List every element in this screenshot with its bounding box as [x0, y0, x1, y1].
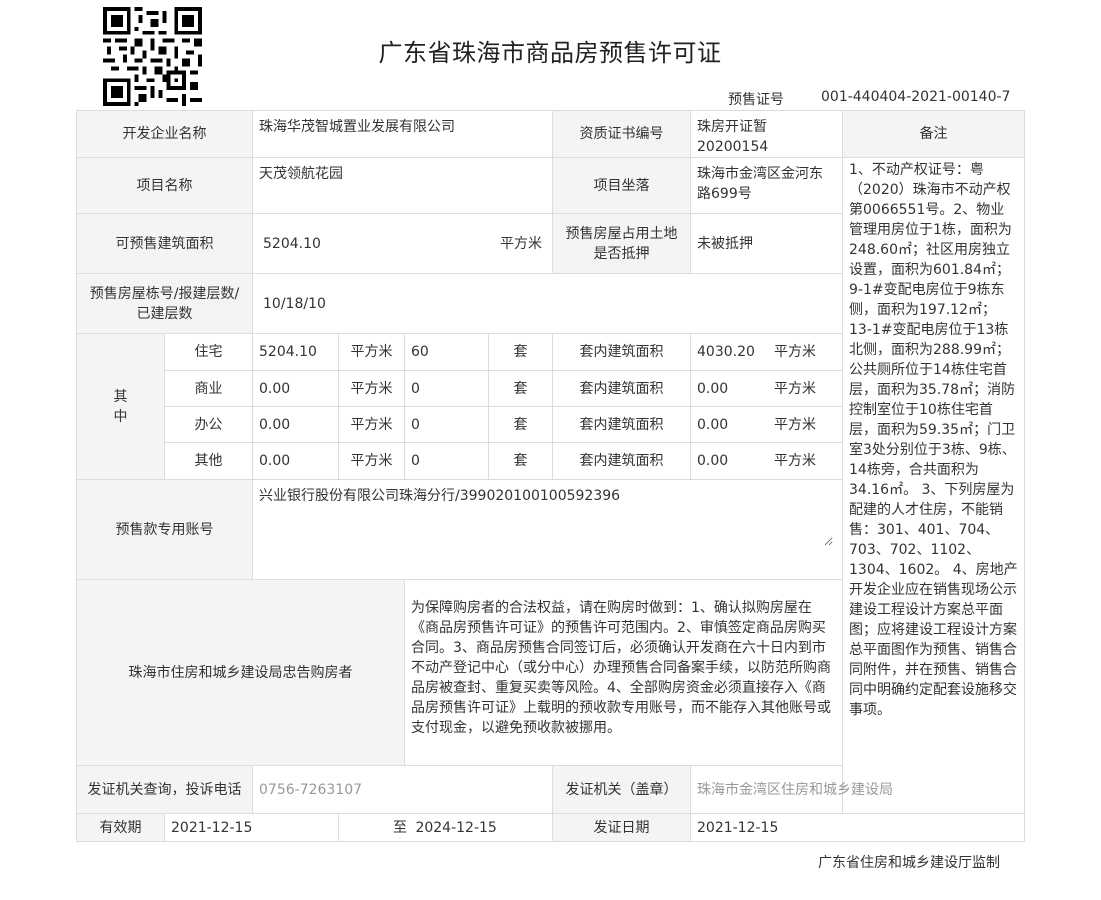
- qualification-label: 资质证书编号: [552, 110, 691, 158]
- notice-label: 珠海市住房和城乡建设局忠告购房者: [76, 579, 405, 766]
- presale-area-cell: 5204.10 平方米: [252, 213, 553, 274]
- validity-label: 有效期: [76, 813, 165, 842]
- breakdown-inner-label: 套内建筑面积: [552, 406, 691, 443]
- breakdown-inner-cell: 0.00 平方米: [690, 370, 843, 407]
- breakdown-inner-area: 4030.20: [697, 344, 755, 360]
- breakdown-label: 其中: [76, 333, 165, 480]
- breakdown-set-unit: 套: [488, 333, 553, 371]
- validity-to-cell: 至 2024-12-15: [338, 813, 553, 842]
- remark-text: 1、不动产权证号：粤（2020）珠海市不动产权第0066551号。2、物业管理用…: [842, 157, 1025, 814]
- validity-to-label: 至: [393, 819, 407, 836]
- buildings-label: 预售房屋栋号/报建层数/已建层数: [76, 273, 253, 334]
- breakdown-type: 办公: [164, 406, 253, 443]
- breakdown-set-unit: 套: [488, 406, 553, 443]
- project-row: 项目名称 天茂领航花园 项目坐落 珠海市金湾区金河东路699号 1、不动产权证号…: [76, 157, 1025, 814]
- breakdown-area-unit: 平方米: [338, 333, 405, 371]
- breakdown-inner-area: 0.00: [697, 453, 729, 469]
- breakdown-inner-label: 套内建筑面积: [552, 442, 691, 480]
- issue-date-value: 2021-12-15: [690, 813, 1025, 842]
- qualification-value: 珠房开证暂20200154: [690, 110, 843, 158]
- issue-date-label: 发证日期: [552, 813, 691, 842]
- breakdown-inner-area: 0.00: [697, 380, 729, 397]
- breakdown-area-unit: 平方米: [338, 370, 405, 407]
- breakdown-inner-cell: 0.00 平方米: [690, 406, 843, 443]
- breakdown-area: 5204.10: [252, 333, 339, 371]
- presale-area-unit: 平方米: [500, 235, 542, 252]
- project-location-label: 项目坐落: [552, 157, 691, 214]
- breakdown-set-unit: 套: [488, 442, 553, 480]
- page-title: 广东省珠海市商品房预售许可证: [378, 39, 722, 67]
- complaint-value: 0756-7263107: [252, 765, 553, 814]
- breakdown-type: 住宅: [164, 333, 253, 371]
- buildings-value: 10/18/10: [252, 273, 843, 334]
- breakdown-sets: 60: [404, 333, 489, 371]
- cert-number-label: 预售证号: [728, 92, 784, 108]
- validity-from: 2021-12-15: [164, 813, 339, 842]
- breakdown-sets: 0: [404, 406, 489, 443]
- notice-text: 为保障购房者的合法权益，请在购房时做到：1、确认拟购房屋在《商品房预售许可证》的…: [404, 579, 843, 766]
- account-cell: 兴业银行股份有限公司珠海分行/399020100100592396: [252, 479, 843, 580]
- mortgage-label: 预售房屋占用土地是否抵押: [552, 213, 691, 274]
- complaint-row: 发证机关查询，投诉电话 0756-7263107 发证机关（盖章） 珠海市金湾区…: [76, 765, 1025, 814]
- developer-row: 开发企业名称 珠海华茂智城置业发展有限公司 资质证书编号 珠房开证暂202001…: [76, 110, 1025, 158]
- breakdown-inner-cell: 0.00 平方米: [690, 442, 843, 480]
- account-textarea[interactable]: 兴业银行股份有限公司珠海分行/399020100100592396: [259, 486, 833, 546]
- breakdown-sets: 0: [404, 370, 489, 407]
- breakdown-inner-area: 0.00: [697, 416, 729, 433]
- breakdown-set-unit: 套: [488, 370, 553, 407]
- breakdown-inner-unit: 平方米: [774, 380, 816, 397]
- breakdown-area: 0.00: [252, 406, 339, 443]
- breakdown-area-unit: 平方米: [338, 442, 405, 480]
- authority-value: 珠海市金湾区住房和城乡建设局: [690, 765, 1025, 814]
- developer-value: 珠海华茂智城置业发展有限公司: [252, 110, 553, 158]
- complaint-label: 发证机关查询，投诉电话: [76, 765, 253, 814]
- breakdown-type: 商业: [164, 370, 253, 407]
- validity-row: 有效期 2021-12-15 至 2024-12-15 发证日期 2021-12…: [76, 813, 1025, 842]
- permit-table: 开发企业名称 珠海华茂智城置业发展有限公司 资质证书编号 珠房开证暂202001…: [76, 110, 1025, 842]
- breakdown-type: 其他: [164, 442, 253, 480]
- breakdown-area-unit: 平方米: [338, 406, 405, 443]
- supervisor-footer: 广东省住房和城乡建设厅监制: [818, 855, 1000, 871]
- breakdown-inner-unit: 平方米: [774, 344, 816, 360]
- presale-area-value: 5204.10: [263, 235, 321, 252]
- developer-label: 开发企业名称: [76, 110, 253, 158]
- breakdown-inner-cell: 4030.20 平方米: [690, 333, 843, 371]
- breakdown-sets: 0: [404, 442, 489, 480]
- authority-label: 发证机关（盖章）: [552, 765, 691, 814]
- account-label: 预售款专用账号: [76, 479, 253, 580]
- breakdown-inner-unit: 平方米: [774, 453, 816, 469]
- project-location-value: 珠海市金湾区金河东路699号: [690, 157, 843, 214]
- breakdown-area: 0.00: [252, 370, 339, 407]
- breakdown-inner-unit: 平方米: [774, 416, 816, 433]
- qr-code-icon: [103, 7, 202, 106]
- presale-area-label: 可预售建筑面积: [76, 213, 253, 274]
- cert-number-value: 001-440404-2021-00140-7: [821, 89, 1011, 105]
- project-name-label: 项目名称: [76, 157, 253, 214]
- breakdown-area: 0.00: [252, 442, 339, 480]
- remark-label: 备注: [842, 110, 1025, 158]
- validity-to: 2024-12-15: [415, 819, 497, 836]
- project-name-value: 天茂领航花园: [252, 157, 553, 214]
- breakdown-inner-label: 套内建筑面积: [552, 370, 691, 407]
- mortgage-value: 未被抵押: [690, 213, 843, 274]
- breakdown-inner-label: 套内建筑面积: [552, 333, 691, 371]
